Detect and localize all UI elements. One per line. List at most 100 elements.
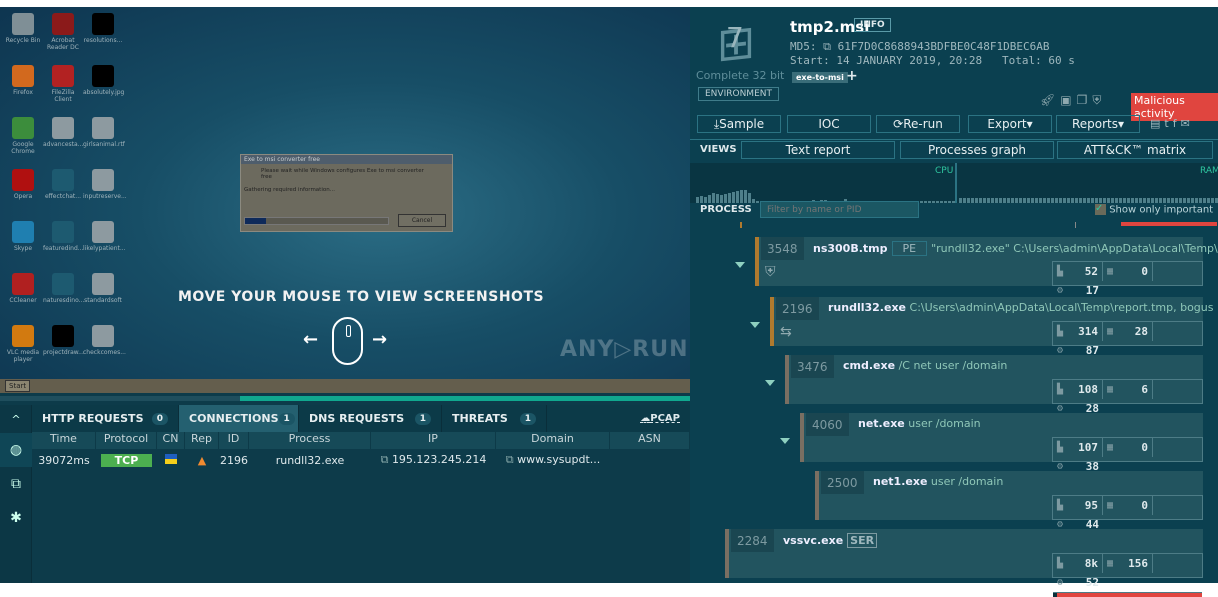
desktop-icon[interactable]: checkcomes... (83, 325, 126, 356)
ram-bar (1083, 198, 1086, 203)
tag-badge[interactable]: exe-to-msi (792, 72, 848, 83)
desktop-icon[interactable]: Google Chrome (3, 117, 43, 155)
button-label: ATT&CK™ matrix (1083, 143, 1187, 157)
process-label: PROCESS (700, 204, 752, 215)
copy-icon[interactable]: ⧉ (823, 40, 831, 53)
desktop-icon[interactable]: advancesta... (43, 117, 83, 148)
process-name: rundll32.exe (828, 301, 907, 314)
process-card[interactable]: 2196 rundll32.exe C:\Users\admin\AppData… (770, 297, 1213, 365)
desktop-icon[interactable]: Acrobat Reader DC (43, 13, 83, 51)
desktop-icon[interactable]: projectdraw... (43, 325, 84, 356)
ukraine-flag-icon (165, 453, 177, 464)
process-card[interactable]: 4060 net.exe user /domain ▙ 107 ▦ 0 ⚙ 38 (800, 413, 1203, 481)
desktop-icon[interactable]: likelypatient... (83, 221, 126, 252)
copy-icon[interactable]: ⧉ (506, 453, 514, 466)
process-card[interactable]: 3476 cmd.exe /C net user /domain ▙ 108 ▦ 6… (785, 355, 1203, 423)
environment-button[interactable]: ENVIRONMENT (698, 87, 779, 101)
arrow-right-icon[interactable]: → (372, 329, 387, 350)
ram-bar (1135, 198, 1138, 203)
bug-icon[interactable]: ✱ (0, 501, 32, 535)
desktop-icon[interactable]: inputreserve... (83, 169, 127, 200)
files-icon[interactable]: ⧉ (0, 467, 32, 501)
desktop-icon[interactable]: effectchat... (43, 169, 83, 200)
process-pid: 3476 (791, 355, 834, 378)
rerun-button[interactable]: ⟳ Re-run (876, 115, 960, 133)
ram-bar (1211, 198, 1214, 203)
tab-dns-requests[interactable]: DNS REQUESTS 1 (299, 405, 442, 432)
desktop-icon[interactable]: Opera (3, 169, 43, 200)
mail-icon[interactable]: ✉ (1181, 117, 1194, 130)
twitter-icon[interactable]: t (1164, 117, 1172, 130)
desktop-icon[interactable]: Recycle Bin (3, 13, 43, 44)
tab-label: DNS REQUESTS (309, 412, 405, 425)
collapse-icon[interactable]: ^ (0, 405, 32, 433)
total-label: Total: (1001, 54, 1042, 67)
desktop-icon[interactable]: naturesdino... (43, 273, 84, 304)
show-important-checkbox[interactable]: ✓ (1095, 204, 1106, 215)
reports-button[interactable]: Reports ▾ (1056, 115, 1140, 133)
screenshot-timeline[interactable] (0, 396, 690, 401)
cpu-bar (720, 195, 723, 203)
process-filter-input[interactable] (760, 201, 919, 218)
cpu-bar (920, 201, 923, 203)
cell (157, 453, 185, 467)
tab-connections[interactable]: CONNECTIONS 1 (179, 405, 299, 432)
view-0-button[interactable]: Text report (741, 141, 895, 159)
column-header[interactable]: Domain (496, 432, 610, 449)
desktop-icon[interactable]: VLC media player (3, 325, 43, 363)
sample-button[interactable]: ⤓ Sample (697, 115, 781, 133)
column-header[interactable]: Protocol (96, 432, 157, 449)
desktop-icon[interactable]: CCleaner (3, 273, 43, 304)
cpu-bar (696, 197, 699, 203)
vm-desktop[interactable]: Recycle Bin Acrobat Reader DC resolutions.… (0, 7, 690, 379)
dialog-cancel-button[interactable]: Cancel (398, 214, 446, 227)
column-header[interactable]: CN (157, 432, 185, 449)
globe-icon[interactable]: ◍ (0, 433, 32, 467)
table-row[interactable]: 39072ms TCP ▲ 2196 rundll32.exe ⧉ 195.123.245… (32, 449, 690, 471)
app-icon (12, 117, 34, 139)
column-header[interactable]: IP (371, 432, 496, 449)
expand-toggle-icon[interactable] (765, 380, 775, 386)
column-header[interactable]: Time (32, 432, 96, 449)
desktop-icon[interactable]: resolutions... (83, 13, 123, 44)
info-button[interactable]: INFO (854, 18, 891, 32)
cpu-label: CPU (935, 166, 954, 176)
app-icon (52, 13, 74, 35)
desktop-icon[interactable]: absolutely.jpg (83, 65, 124, 96)
column-header[interactable]: Rep (185, 432, 219, 449)
cpu-graph (696, 190, 955, 203)
expand-toggle-icon[interactable] (735, 262, 745, 268)
add-tag-icon[interactable]: + (846, 68, 858, 84)
expand-toggle-icon[interactable] (750, 322, 760, 328)
process-card[interactable]: 2284 vssvc.exe SER ▙ 8k ▦ 156 ⚙ 52 (725, 529, 1203, 597)
process-card[interactable]: 3548 ns300B.tmp PE "rundll32.exe" C:\Users… (755, 237, 1218, 305)
modules-count: 17 (1085, 284, 1099, 297)
desktop-icon[interactable]: FileZilla Client (43, 65, 83, 103)
ioc-button[interactable]: IOC (787, 115, 871, 133)
desktop-icon[interactable]: standardsoft (83, 273, 123, 304)
view-1-button[interactable]: Processes graph (900, 141, 1054, 159)
ram-bar (967, 198, 970, 203)
ram-graph (959, 198, 1218, 203)
copy-icon[interactable]: ⧉ (381, 453, 389, 466)
column-header[interactable]: ASN (610, 432, 690, 449)
arrow-left-icon[interactable]: ← (303, 329, 318, 350)
column-header[interactable]: ID (219, 432, 249, 449)
start-button[interactable]: Start (5, 380, 31, 392)
facebook-icon[interactable]: f (1173, 117, 1181, 130)
desktop-icon[interactable]: Firefox (3, 65, 43, 96)
ram-bar (1199, 198, 1202, 203)
desktop-icon[interactable]: featuredind... (43, 221, 83, 252)
desktop-icon[interactable]: girlsanimal.rtf (83, 117, 125, 148)
desktop-icon[interactable]: Skype (3, 221, 43, 252)
cpu-bar (928, 201, 931, 203)
expand-toggle-icon[interactable] (780, 438, 790, 444)
export-button[interactable]: Export ▾ (968, 115, 1052, 133)
process-card[interactable]: 2500 net1.exe user /domain ▙ 95 ▦ 0 ⚙ 44 (815, 471, 1203, 539)
tab-threats[interactable]: THREATS 1 (442, 405, 547, 432)
tab-http-requests[interactable]: HTTP REQUESTS 0 (32, 405, 179, 432)
video-icon[interactable]: ▤ (1150, 117, 1164, 130)
pcap-button[interactable]: ☁ PCAP (630, 405, 690, 432)
view-2-button[interactable]: ATT&CK™ matrix (1057, 141, 1213, 159)
column-header[interactable]: Process (249, 432, 371, 449)
